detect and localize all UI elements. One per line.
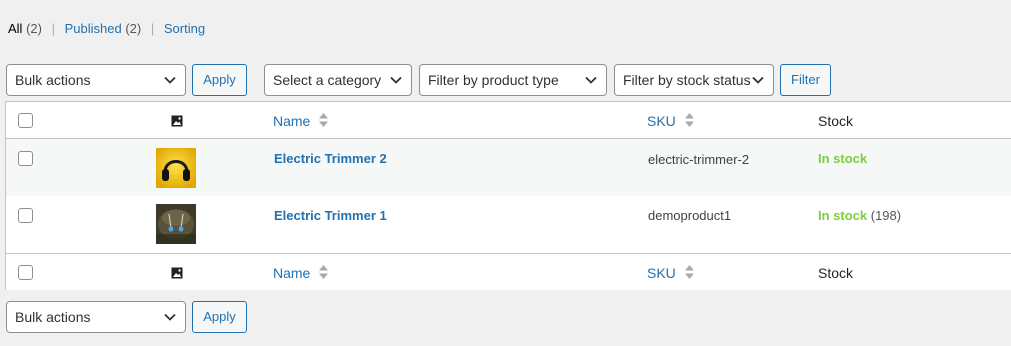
table-header-row: Name SKU Stock — [6, 102, 1011, 139]
column-stock-header: Stock — [818, 113, 854, 129]
chevron-down-icon — [751, 65, 765, 95]
table-row: Electric Trimmer 2 electric-trimmer-2 In… — [6, 139, 1011, 196]
bulk-actions-select-label: Bulk actions — [15, 72, 91, 88]
product-type-select[interactable]: Filter by product type — [419, 64, 607, 96]
chevron-down-icon — [163, 302, 177, 332]
category-select[interactable]: Select a category — [264, 64, 412, 96]
view-separator: | — [150, 21, 155, 36]
status-views: All (2) | Published (2) | Sorting — [8, 20, 205, 38]
chevron-down-icon — [389, 65, 403, 95]
column-sku-label: SKU — [647, 265, 676, 281]
stock-status: In stock (198) — [818, 208, 901, 223]
row-checkbox[interactable] — [18, 151, 33, 166]
view-all-label[interactable]: All — [8, 21, 22, 36]
stock-quantity: (198) — [870, 208, 902, 223]
image-column-icon — [171, 114, 183, 127]
select-all-checkbox-footer[interactable] — [18, 265, 33, 280]
column-stock-footer: Stock — [818, 265, 854, 281]
stock-status-select-label: Filter by stock status — [623, 72, 751, 88]
table-row: Electric Trimmer 1 demoproduct1 In stock… — [6, 196, 1011, 253]
column-sku-label: SKU — [647, 113, 676, 129]
bulk-actions-select-label: Bulk actions — [15, 309, 91, 325]
view-all-count: (2) — [26, 21, 42, 36]
sort-icon — [319, 265, 329, 283]
product-sku: electric-trimmer-2 — [648, 152, 750, 167]
bulk-actions-select-bottom[interactable]: Bulk actions — [6, 301, 186, 333]
apply-button-top[interactable]: Apply — [192, 64, 247, 96]
sort-icon — [319, 113, 329, 131]
stock-status-select[interactable]: Filter by stock status — [614, 64, 774, 96]
column-name-header[interactable]: Name — [273, 112, 329, 131]
view-published-link[interactable]: Published — [65, 21, 122, 36]
view-published-count: (2) — [125, 21, 142, 36]
column-name-label: Name — [273, 113, 311, 129]
view-sorting-link[interactable]: Sorting — [164, 21, 205, 36]
image-column-icon — [171, 266, 183, 279]
table-footer-row: Name SKU Stock — [6, 253, 1011, 290]
sort-icon — [684, 113, 694, 131]
category-select-label: Select a category — [273, 72, 382, 88]
product-sku: demoproduct1 — [648, 208, 732, 223]
apply-button-bottom[interactable]: Apply — [192, 301, 247, 333]
column-name-footer[interactable]: Name — [273, 264, 329, 283]
row-checkbox[interactable] — [18, 208, 33, 223]
chevron-down-icon — [163, 65, 177, 95]
view-separator: | — [51, 21, 55, 36]
column-sku-header[interactable]: SKU — [647, 112, 694, 131]
column-sku-footer[interactable]: SKU — [647, 264, 694, 283]
filter-button[interactable]: Filter — [780, 64, 831, 96]
bulk-actions-select-top[interactable]: Bulk actions — [6, 64, 186, 96]
select-all-checkbox[interactable] — [18, 113, 33, 128]
stock-status: In stock — [818, 151, 867, 166]
product-name-link[interactable]: Electric Trimmer 1 — [274, 208, 387, 223]
headphones-thumbnail-icon[interactable] — [156, 148, 196, 188]
product-name-link[interactable]: Electric Trimmer 2 — [274, 151, 387, 166]
jewelry-thumbnail-icon[interactable] — [156, 204, 196, 244]
column-name-label: Name — [273, 265, 311, 281]
stock-status-label: In stock — [818, 208, 868, 223]
sort-icon — [684, 265, 694, 283]
product-type-select-label: Filter by product type — [428, 72, 559, 88]
stock-status-label: In stock — [818, 151, 868, 166]
chevron-down-icon — [584, 65, 598, 95]
products-table: Name SKU Stock Electric Trimmer 2 electr… — [5, 101, 1011, 290]
